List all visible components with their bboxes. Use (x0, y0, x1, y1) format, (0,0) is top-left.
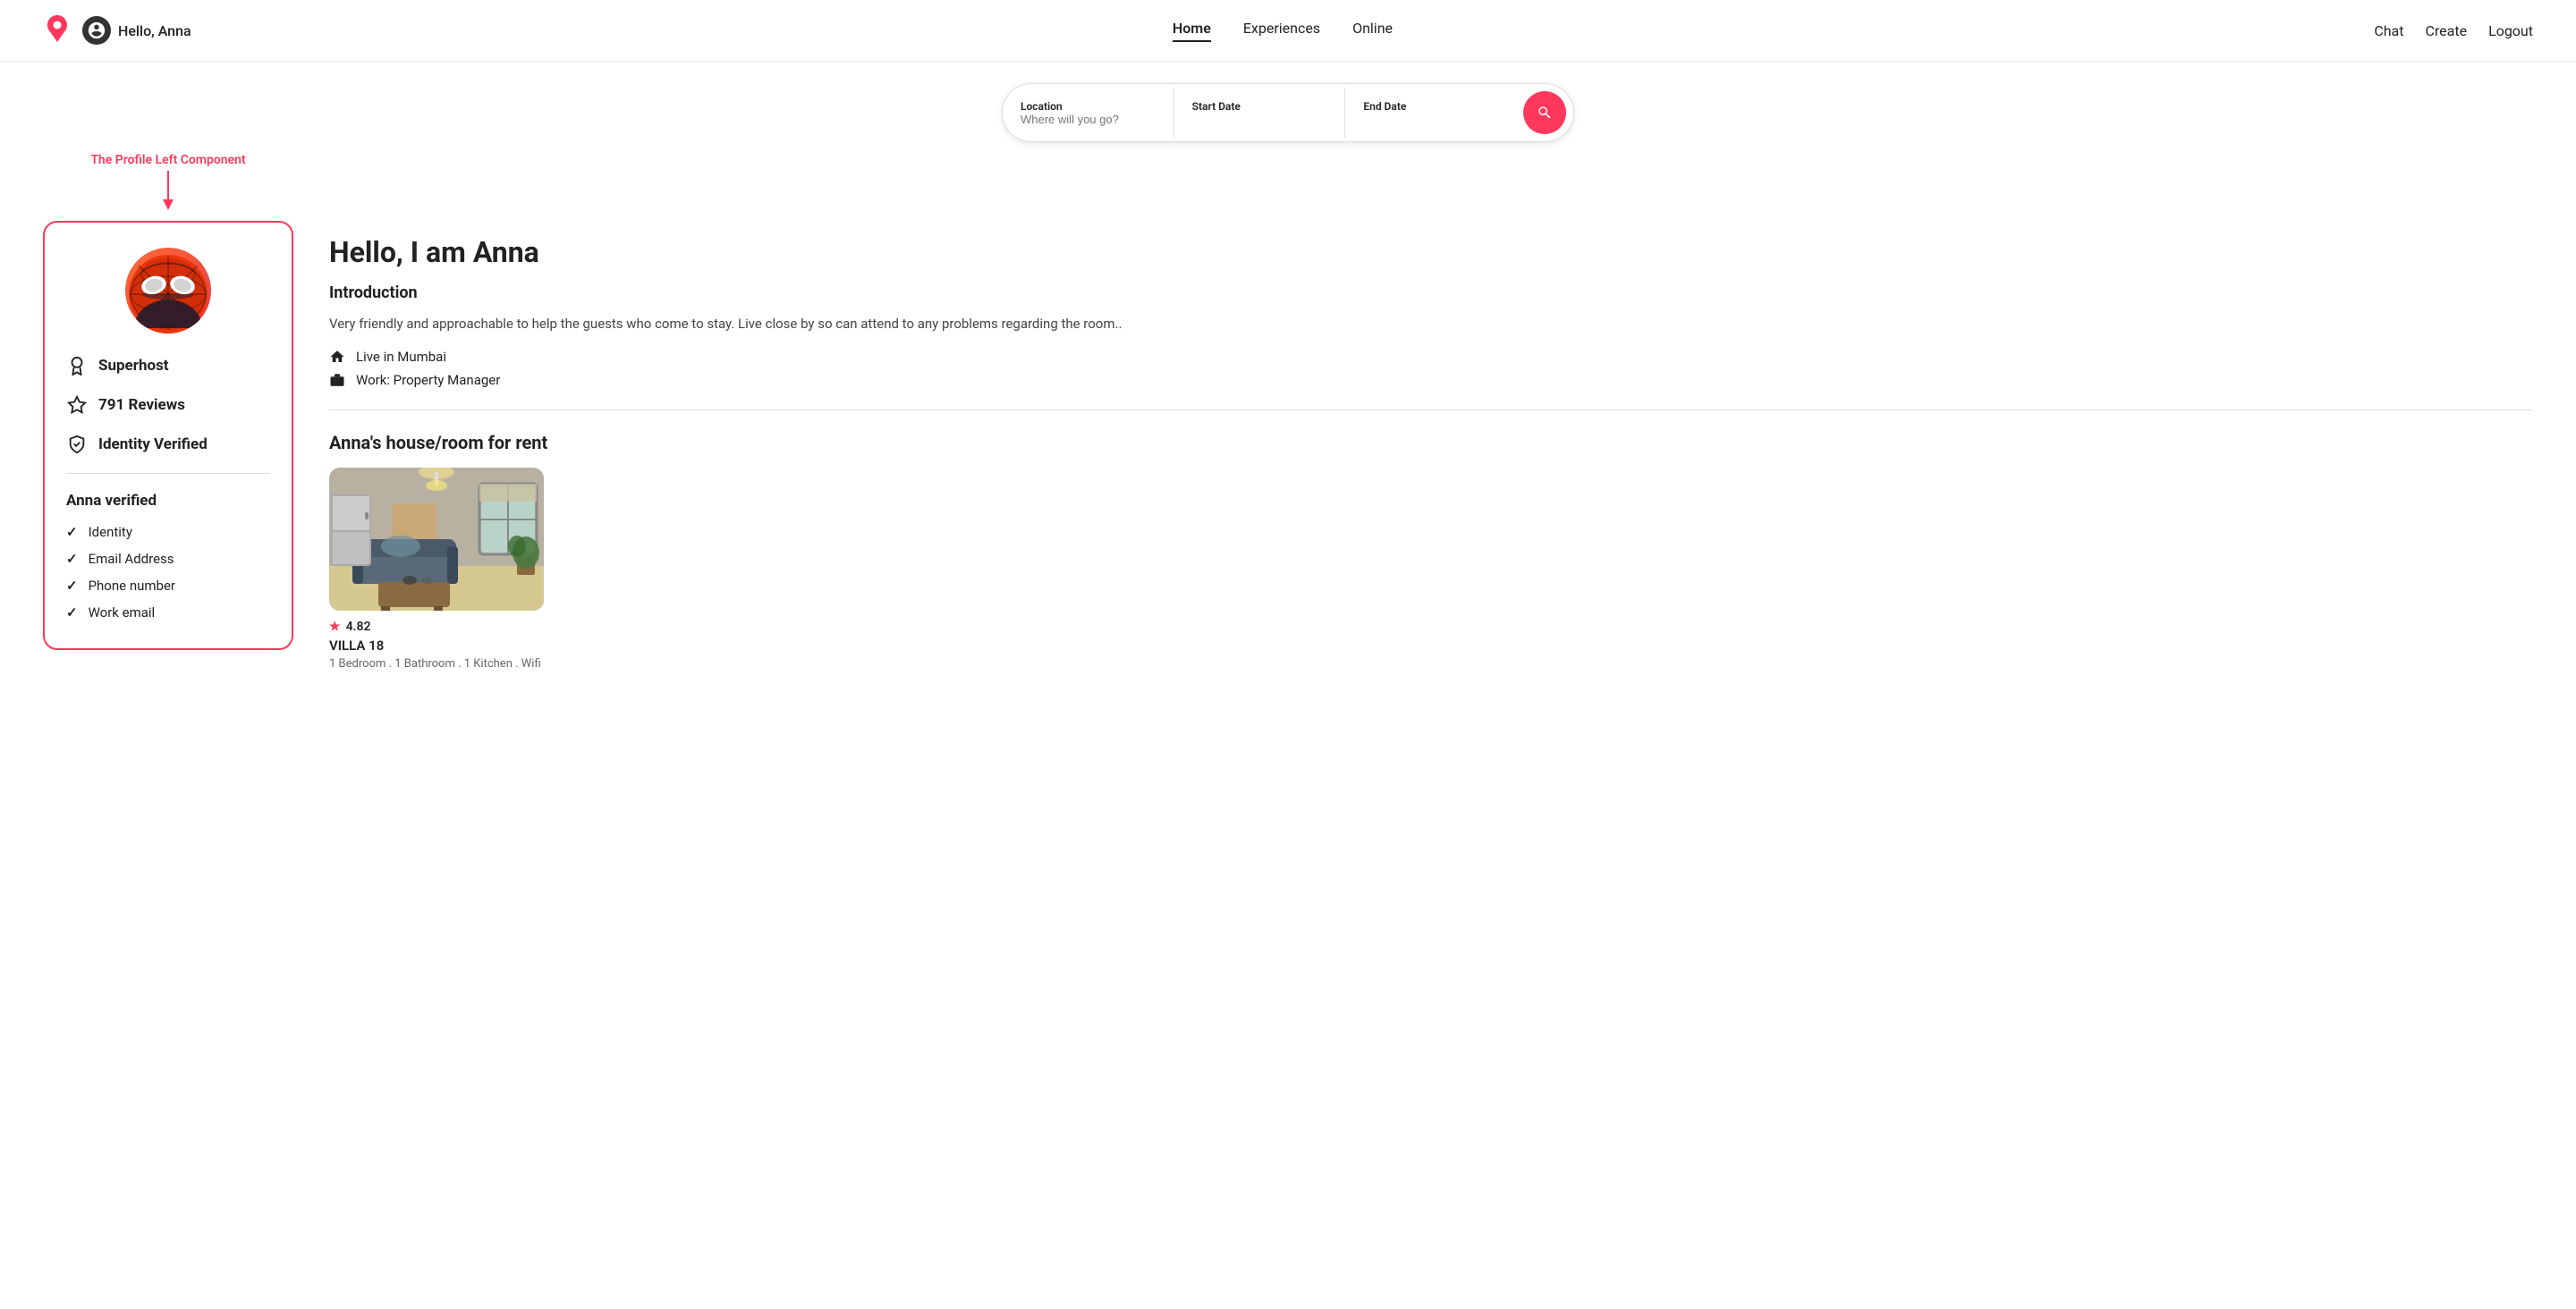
stat-reviews: 791 Reviews (66, 394, 270, 416)
listing-image (329, 468, 544, 611)
verified-section: Anna verified ✓ Identity ✓ Email Address… (66, 492, 270, 621)
work-text: Work: Property Manager (356, 372, 500, 388)
nav-online[interactable]: Online (1352, 20, 1393, 42)
work-row: Work: Property Manager (329, 372, 2533, 388)
superhost-label: Superhost (98, 357, 169, 375)
check-icon-email: ✓ (66, 551, 78, 567)
intro-text: Very friendly and approachable to help t… (329, 313, 1134, 334)
greeting-text: Hello, Anna (118, 22, 191, 39)
intro-title: Introduction (329, 283, 2533, 302)
verified-item-1: Email Address (89, 551, 174, 567)
stat-superhost: Superhost (66, 355, 270, 376)
annotation-text: The Profile Left Component (43, 153, 293, 167)
nav-logout[interactable]: Logout (2488, 22, 2533, 39)
end-date-field[interactable]: End Date (1345, 88, 1516, 139)
home-icon (329, 349, 347, 365)
user-greeting: Hello, Anna (82, 16, 191, 45)
listing-rating: ★ 4.82 (329, 620, 544, 634)
search-bar: Location Start Date End Date (1002, 83, 1574, 142)
navbar: Hello, Anna Home Experiences Online Chat… (0, 0, 2576, 62)
listing-features: 1 Bedroom . 1 Bathroom . 1 Kitchen . Wif… (329, 657, 544, 671)
location-label: Location (1021, 100, 1156, 113)
end-date-label: End Date (1363, 100, 1498, 113)
listings-title: Anna's house/room for rent (329, 432, 2533, 453)
medal-icon (66, 355, 88, 376)
star-icon (66, 394, 88, 416)
verified-work-email: ✓ Work email (66, 604, 270, 621)
verified-title: Anna verified (66, 492, 270, 510)
verified-item-0: Identity (89, 524, 132, 540)
verified-identity: ✓ Identity (66, 524, 270, 540)
navbar-center: Home Experiences Online (1173, 20, 1393, 42)
nav-chat[interactable]: Chat (2374, 22, 2403, 39)
annotation-arrow-icon (157, 171, 179, 214)
listing-name: VILLA 18 (329, 638, 544, 654)
verified-item-2: Phone number (89, 578, 175, 594)
main-layout: Superhost 791 Reviews (0, 221, 2576, 715)
navbar-right: Chat Create Logout (2374, 22, 2533, 39)
search-container: Location Start Date End Date (0, 62, 2576, 153)
location-input[interactable] (1021, 113, 1156, 126)
profile-avatar (66, 248, 270, 334)
check-icon-identity: ✓ (66, 524, 78, 540)
listing-card[interactable]: ★ 4.82 VILLA 18 1 Bedroom . 1 Bathroom .… (329, 468, 544, 680)
start-date-input[interactable] (1192, 113, 1327, 126)
shield-icon (66, 434, 88, 455)
listing-details: ★ 4.82 VILLA 18 1 Bedroom . 1 Bathroom .… (329, 611, 544, 680)
rating-value: 4.82 (346, 620, 371, 634)
check-icon-work: ✓ (66, 604, 78, 621)
nav-home[interactable]: Home (1173, 20, 1211, 42)
verified-item-3: Work email (89, 604, 156, 621)
navbar-left: Hello, Anna (43, 14, 191, 46)
location-text: Live in Mumbai (356, 349, 446, 365)
verified-phone: ✓ Phone number (66, 578, 270, 594)
right-content: Hello, I am Anna Introduction Very frien… (329, 221, 2533, 680)
rating-star-icon: ★ (329, 620, 341, 634)
location-field[interactable]: Location (1003, 88, 1174, 139)
airbnb-logo[interactable] (43, 14, 72, 46)
stat-identity: Identity Verified (66, 434, 270, 455)
user-avatar (82, 16, 111, 45)
nav-create[interactable]: Create (2425, 22, 2467, 39)
location-row: Live in Mumbai (329, 349, 2533, 365)
briefcase-icon (329, 372, 347, 388)
start-date-label: Start Date (1192, 100, 1327, 113)
profile-greeting: Hello, I am Anna (329, 235, 2533, 269)
end-date-input[interactable] (1363, 113, 1498, 126)
identity-label: Identity Verified (98, 435, 208, 453)
panel-divider (66, 473, 270, 474)
reviews-label: 791 Reviews (98, 396, 185, 414)
nav-experiences[interactable]: Experiences (1243, 20, 1320, 42)
left-panel-wrapper: Superhost 791 Reviews (43, 221, 293, 680)
verified-email: ✓ Email Address (66, 551, 270, 567)
search-button[interactable] (1523, 91, 1566, 134)
start-date-field[interactable]: Start Date (1174, 88, 1346, 139)
left-panel: Superhost 791 Reviews (43, 221, 293, 650)
check-icon-phone: ✓ (66, 578, 78, 594)
verified-list: ✓ Identity ✓ Email Address ✓ Phone numbe… (66, 524, 270, 621)
spiderman-mask (125, 248, 211, 334)
stats-list: Superhost 791 Reviews (66, 355, 270, 455)
